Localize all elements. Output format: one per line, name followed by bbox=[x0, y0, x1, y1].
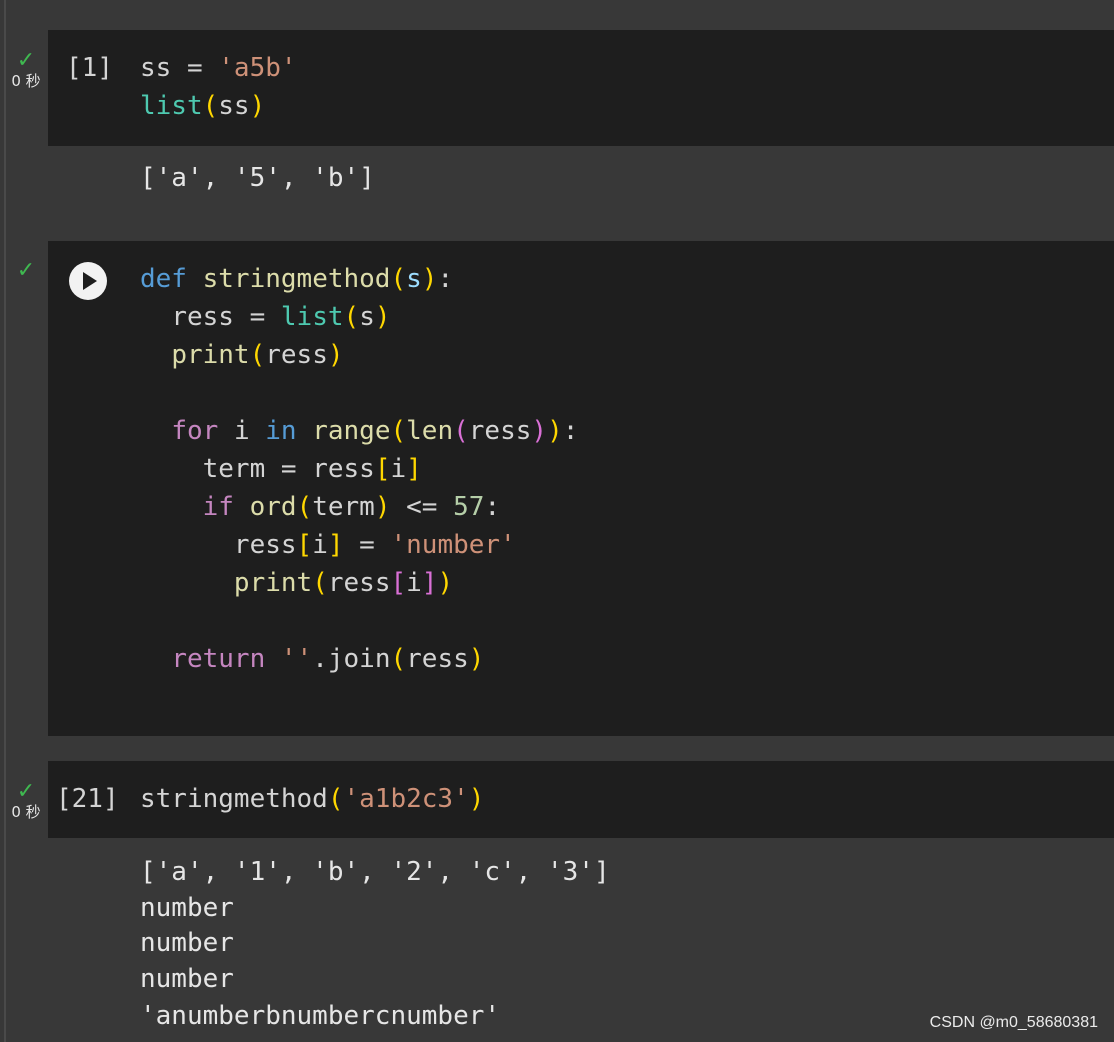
code-token: ress bbox=[468, 416, 532, 446]
code-token: ress bbox=[406, 644, 469, 674]
play-icon bbox=[83, 272, 97, 290]
code-token: stringmethod bbox=[140, 784, 328, 814]
code-token: i bbox=[233, 416, 250, 446]
code-token: <= bbox=[390, 492, 454, 522]
check-icon: ✓ bbox=[16, 779, 36, 804]
code-token: = bbox=[171, 53, 219, 83]
code-token: ress bbox=[327, 568, 391, 598]
code-token: i bbox=[406, 568, 422, 598]
code-token: list bbox=[280, 302, 344, 332]
code-token: i bbox=[390, 454, 407, 484]
cell-3-duration: 0 秒 bbox=[11, 803, 41, 821]
code-token: len bbox=[406, 416, 454, 446]
code-token: '' bbox=[280, 644, 313, 674]
code-token: ress bbox=[312, 454, 375, 484]
run-cell-button[interactable] bbox=[69, 262, 107, 300]
code-token: term bbox=[202, 454, 266, 484]
code-token: list bbox=[140, 91, 203, 121]
output-line: 'anumberbnumbercnumber' bbox=[140, 1001, 501, 1031]
code-token: 57 bbox=[453, 492, 485, 522]
cell-1-duration: 0 秒 bbox=[11, 72, 41, 90]
code-token: i bbox=[312, 530, 328, 560]
code-token: ress bbox=[233, 530, 297, 560]
cell-3-status: ✓ 0 秒 bbox=[8, 779, 44, 822]
cell-1-output: ['a', '5', 'b'] bbox=[140, 163, 375, 193]
code-token: ress bbox=[265, 340, 328, 370]
output-line: ['a', '1', 'b', '2', 'c', '3'] bbox=[140, 857, 610, 887]
cell-3-exec-count: [21] bbox=[56, 784, 119, 814]
code-token: print bbox=[171, 340, 250, 370]
cell-1-status: ✓ 0 秒 bbox=[8, 48, 44, 91]
code-token: s bbox=[359, 302, 375, 332]
cell-2-status: ✓ bbox=[8, 260, 44, 282]
code-token: ress bbox=[171, 302, 234, 332]
cell-2-source[interactable]: def stringmethod(s): ress = list(s) prin… bbox=[140, 260, 578, 678]
code-token: print bbox=[233, 568, 313, 598]
cell-1-exec-count: [1] bbox=[66, 53, 113, 83]
code-token: in bbox=[265, 416, 297, 446]
notebook-left-rule bbox=[4, 0, 6, 1042]
check-icon: ✓ bbox=[16, 48, 36, 73]
code-token: range bbox=[312, 416, 391, 446]
code-token: ord bbox=[249, 492, 297, 522]
code-token: return bbox=[171, 644, 266, 674]
check-icon: ✓ bbox=[16, 258, 36, 283]
code-token: if bbox=[202, 492, 234, 522]
cell-1-source[interactable]: ss = 'a5b' list(ss) bbox=[140, 49, 297, 125]
code-token: term bbox=[312, 492, 375, 522]
cell-3-source[interactable]: stringmethod('a1b2c3') bbox=[140, 780, 484, 818]
code-token: stringmethod bbox=[202, 264, 391, 294]
code-token: s bbox=[406, 264, 422, 294]
code-token: def bbox=[140, 264, 187, 294]
code-token: 'a1b2c3' bbox=[343, 784, 469, 814]
code-token: ss bbox=[218, 91, 250, 121]
code-token: .join bbox=[312, 644, 391, 674]
output-line: number bbox=[140, 964, 234, 994]
code-token: ss bbox=[140, 53, 172, 83]
code-token: for bbox=[171, 416, 219, 446]
output-line: number bbox=[140, 928, 234, 958]
code-token: 'number' bbox=[390, 530, 516, 560]
output-line: number bbox=[140, 893, 234, 923]
watermark: CSDN @m0_58680381 bbox=[929, 1014, 1098, 1031]
code-token: 'a5b' bbox=[218, 53, 297, 83]
